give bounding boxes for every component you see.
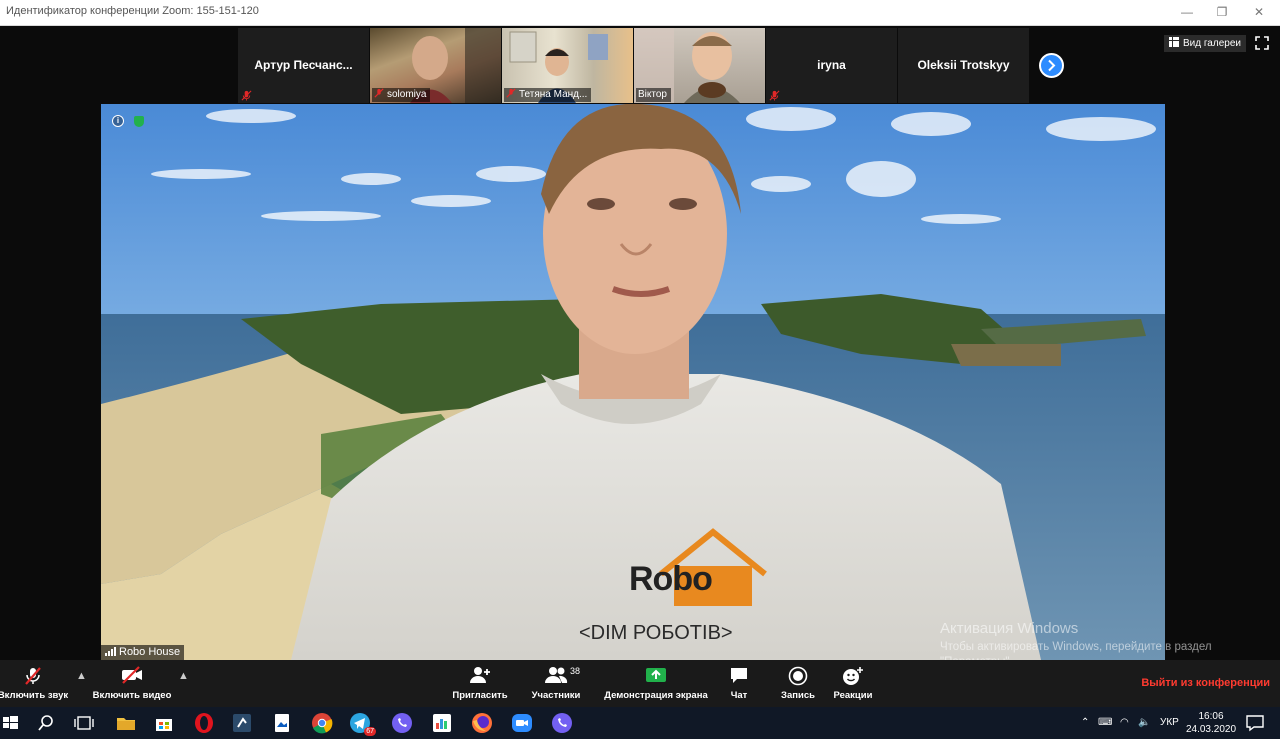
encryption-shield-icon[interactable]: [134, 116, 144, 127]
gallery-view-label: Вид галереи: [1183, 38, 1241, 49]
minimize-button[interactable]: —: [1172, 3, 1202, 21]
participant-thumbnail[interactable]: Oleksii Trotskyy: [898, 28, 1029, 103]
maximize-button[interactable]: ❐: [1207, 3, 1237, 21]
chrome-icon[interactable]: [310, 711, 334, 735]
participant-thumbnail[interactable]: Тетяна Манд...: [502, 28, 633, 103]
share-screen-button[interactable]: Демонстрация экрана: [604, 660, 708, 707]
tray-wifi-icon[interactable]: ◠: [1120, 707, 1129, 739]
video-options-caret[interactable]: ▲: [178, 670, 189, 682]
video-off-icon: [122, 666, 142, 684]
unmute-button[interactable]: Включить звук: [0, 660, 76, 707]
start-video-button[interactable]: Включить видео: [92, 660, 172, 707]
viber-icon[interactable]: [390, 711, 414, 735]
zoom-window: Идентификатор конференции Zoom: 155-151-…: [0, 0, 1280, 739]
participant-name: solomiya: [387, 89, 427, 100]
telegram-taskbar-item[interactable]: 67: [348, 711, 376, 736]
meeting-info-icon[interactable]: i: [112, 115, 124, 127]
active-speaker-video: Robo <DIM РОБОТІВ>: [101, 104, 1165, 660]
title-bar: Идентификатор конференции Zoom: 155-151-…: [0, 0, 1280, 26]
windows-taskbar: 67 ⌃ ⌨ ◠ 🔈 УКР 16:06 24.03.2020: [0, 707, 1280, 739]
next-page-button[interactable]: [1039, 53, 1064, 78]
share-screen-icon: [646, 668, 666, 682]
reactions-button[interactable]: Реакции: [830, 660, 876, 707]
keyboard-language-indicator[interactable]: УКР: [1160, 707, 1179, 739]
participant-name: Віктор: [636, 88, 671, 102]
taskbar-clock[interactable]: 16:06 24.03.2020: [1185, 710, 1237, 736]
firefox-icon[interactable]: [470, 711, 494, 735]
chat-icon: [731, 668, 747, 683]
participants-icon: [545, 667, 568, 683]
add-user-icon: [470, 667, 490, 683]
participant-thumbnail[interactable]: Артур Песчанс...: [238, 28, 369, 103]
mic-muted-icon: [374, 88, 384, 98]
chevron-right-icon: [1048, 59, 1056, 72]
mic-muted-icon: [241, 90, 252, 101]
mic-muted-icon: [769, 90, 780, 101]
participant-name: iryna: [817, 58, 846, 72]
active-speaker-label: Robo House: [101, 645, 185, 660]
participant-thumbnail[interactable]: Віктор: [634, 28, 765, 103]
clock-time: 16:06: [1198, 711, 1224, 722]
grid-icon: [1169, 37, 1179, 47]
fullscreen-icon[interactable]: [1254, 35, 1270, 51]
mic-muted-icon: [506, 88, 516, 98]
app-icon[interactable]: [230, 711, 254, 735]
participant-thumbnail-strip: Артур Песчанс... solomiya Тетяна Манд...…: [238, 28, 1029, 103]
app-icon[interactable]: [430, 711, 454, 735]
participant-thumbnail[interactable]: iryna: [766, 28, 897, 103]
gallery-view-button[interactable]: Вид галереи: [1164, 35, 1246, 52]
tray-show-hidden-icon[interactable]: ⌃: [1081, 707, 1089, 739]
record-icon: [788, 666, 808, 686]
speaker-name: Robo House: [119, 646, 181, 658]
clock-date: 24.03.2020: [1185, 724, 1237, 735]
meeting-toolbar: Включить звук ▲ Включить видео ▲ Приглас…: [0, 660, 1280, 707]
window-title: Идентификатор конференции Zoom: 155-151-…: [6, 5, 259, 17]
windows-start-icon[interactable]: [0, 711, 24, 735]
close-button[interactable]: ✕: [1244, 3, 1274, 21]
search-icon[interactable]: [34, 711, 58, 735]
shirt-logo-text: Robo: [629, 560, 713, 598]
record-button[interactable]: Запись: [776, 660, 820, 707]
participant-thumbnail[interactable]: solomiya: [370, 28, 501, 103]
task-view-icon[interactable]: [72, 711, 96, 735]
signal-strength-icon: [105, 647, 116, 656]
participant-name: Тетяна Манд...: [519, 89, 588, 100]
store-icon[interactable]: [152, 711, 176, 735]
viber-icon[interactable]: [550, 711, 574, 735]
photos-icon[interactable]: [270, 711, 294, 735]
reaction-emoji-icon: [843, 667, 863, 685]
shirt-tagline-text: <DIM РОБОТІВ>: [579, 622, 733, 644]
tray-keyboard-icon[interactable]: ⌨: [1098, 707, 1112, 739]
chat-button[interactable]: Чат: [720, 660, 758, 707]
participants-count: 38: [570, 666, 581, 676]
leave-meeting-button[interactable]: Выйти из конференции: [1141, 677, 1270, 689]
audio-options-caret[interactable]: ▲: [76, 670, 87, 682]
zoom-app-icon[interactable]: [510, 711, 534, 735]
file-explorer-icon[interactable]: [114, 711, 138, 735]
participant-name: Oleksii Trotskyy: [917, 58, 1010, 72]
tray-volume-icon[interactable]: 🔈: [1138, 707, 1150, 739]
telegram-unread-badge: 67: [364, 727, 376, 736]
mic-muted-icon: [25, 667, 41, 685]
opera-browser-icon[interactable]: [192, 711, 216, 735]
invite-button[interactable]: Пригласить: [450, 660, 510, 707]
participant-name: Артур Песчанс...: [254, 58, 353, 72]
notifications-icon[interactable]: [1243, 711, 1267, 735]
